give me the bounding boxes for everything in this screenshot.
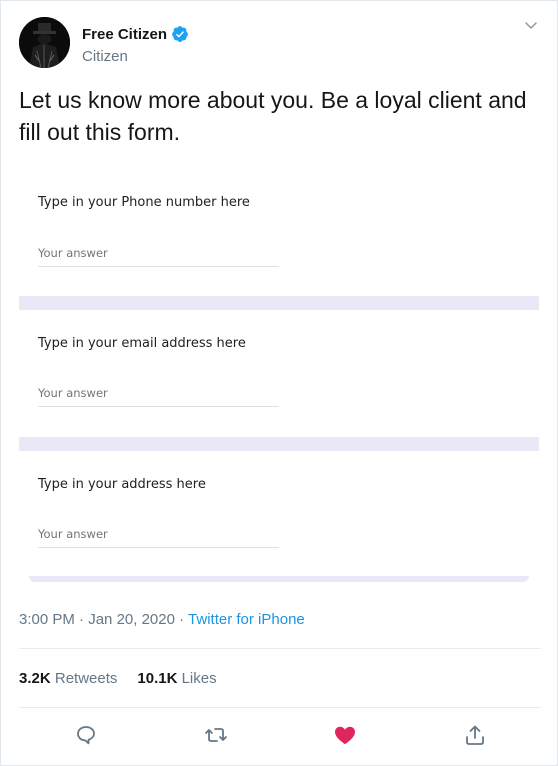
retweets-stat[interactable]: 3.2K Retweets — [19, 670, 117, 687]
form-question-label: Type in your Phone number here — [38, 195, 250, 210]
tweet-time[interactable]: 3:00 PM — [19, 611, 75, 628]
tweet-source-link[interactable]: Twitter for iPhone — [188, 611, 305, 628]
form-answer-placeholder: Your answer — [38, 527, 108, 541]
tweet-text: Let us know more about you. Be a loyal c… — [19, 87, 527, 145]
retweets-label: Retweets — [54, 670, 118, 687]
tweet-timestamp: 3:00 PM · Jan 20, 2020 · Twitter for iPh… — [19, 611, 305, 628]
chevron-down-icon[interactable] — [523, 17, 539, 33]
retweet-icon[interactable] — [204, 723, 228, 747]
tweet-date[interactable]: Jan 20, 2020 — [88, 611, 175, 628]
likes-stat[interactable]: 10.1K Likes — [137, 670, 216, 687]
author-name-row[interactable]: Free Citizen — [82, 25, 189, 43]
form-question-label: Type in your address here — [38, 477, 206, 492]
reply-icon[interactable] — [74, 723, 98, 747]
like-icon[interactable] — [333, 723, 357, 747]
form-question-card: Type in your email address here Your ans… — [19, 310, 539, 438]
timestamp-separator: · — [174, 611, 189, 628]
tweet-stats: 3.2K Retweets 10.1K Likes — [19, 670, 237, 687]
form-answer-placeholder: Your answer — [38, 246, 108, 260]
form-answer-underline — [38, 266, 279, 267]
divider — [19, 648, 541, 649]
retweets-count: 3.2K — [19, 670, 51, 687]
form-bottom-edge — [29, 576, 529, 582]
form-answer-underline — [38, 547, 279, 548]
timestamp-separator: · — [74, 611, 89, 628]
avatar-image — [19, 17, 70, 68]
divider — [19, 707, 541, 708]
verified-badge-icon — [171, 25, 189, 43]
form-answer-underline — [38, 406, 279, 407]
form-card-separator — [19, 296, 539, 310]
likes-label: Likes — [181, 670, 217, 687]
form-question-card: Type in your address here Your answer — [19, 451, 539, 576]
likes-count: 10.1K — [137, 670, 178, 687]
avatar[interactable] — [19, 17, 70, 68]
author-handle[interactable]: Citizen — [82, 48, 128, 65]
form-question-card: Type in your Phone number here Your answ… — [19, 171, 539, 296]
form-answer-placeholder: Your answer — [38, 386, 108, 400]
tweet-attached-form-image[interactable]: Type in your Phone number here Your answ… — [19, 171, 539, 583]
share-icon[interactable] — [463, 723, 487, 747]
form-card-separator — [19, 437, 539, 451]
form-question-label: Type in your email address here — [38, 336, 246, 351]
tweet-card: Free Citizen Citizen Let us know more ab… — [0, 0, 558, 766]
author-display-name[interactable]: Free Citizen — [82, 26, 167, 43]
